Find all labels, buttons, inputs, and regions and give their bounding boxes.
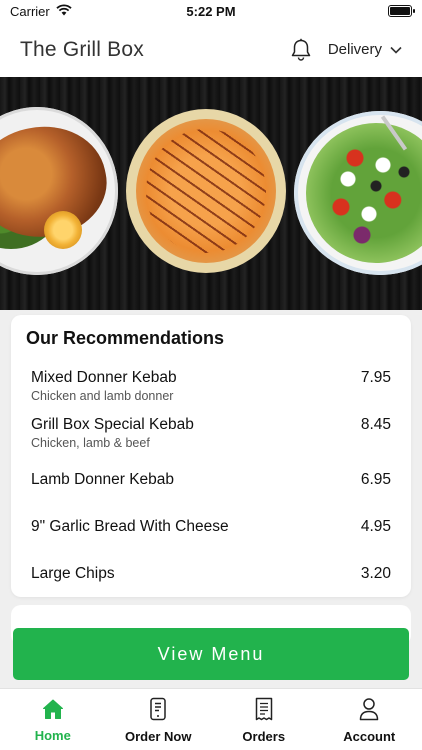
tab-label: Account	[343, 729, 396, 744]
item-price: 3.20	[360, 565, 391, 582]
item-name: 9" Garlic Bread With Cheese	[31, 518, 229, 535]
recommendation-item[interactable]: Mixed Donner Kebab Chicken and lamb donn…	[31, 365, 391, 412]
bottom-tab-bar: Home Order Now Orders Account	[0, 688, 422, 750]
chevron-down-icon	[390, 41, 402, 58]
hero-banner	[0, 77, 422, 310]
delivery-selector[interactable]: Delivery	[328, 41, 402, 58]
header-actions: Delivery	[290, 38, 402, 62]
bell-icon[interactable]	[290, 38, 312, 62]
home-icon	[41, 698, 65, 725]
item-name: Mixed Donner Kebab	[31, 369, 177, 386]
tab-home[interactable]: Home	[0, 689, 106, 750]
tab-label: Order Now	[125, 729, 192, 744]
item-description: Chicken and lamb donner	[31, 389, 174, 403]
recommendations-list: Mixed Donner Kebab Chicken and lamb donn…	[31, 365, 391, 600]
tab-label: Home	[34, 728, 71, 743]
item-price: 6.95	[360, 471, 391, 488]
recommendation-item[interactable]: Large Chips 3.20	[31, 553, 391, 600]
status-bar: Carrier 5:22 PM	[0, 0, 422, 22]
item-price: 7.95	[360, 369, 391, 386]
grilled-lemon-image	[44, 211, 82, 249]
item-price: 4.95	[360, 518, 391, 535]
view-menu-button[interactable]: View Menu	[13, 628, 409, 680]
user-icon	[358, 697, 380, 726]
roast-chicken-image	[0, 107, 118, 275]
delivery-label: Delivery	[327, 41, 382, 58]
tab-account[interactable]: Account	[317, 689, 422, 750]
battery-icon	[388, 5, 415, 17]
battery-fill	[390, 7, 410, 15]
greek-salad-image	[294, 111, 422, 275]
item-name: Lamb Donner Kebab	[31, 471, 175, 488]
recommendations-title: Our Recommendations	[26, 328, 225, 348]
wifi-icon	[56, 3, 72, 19]
pizza-image	[126, 109, 286, 273]
tab-label: Orders	[242, 729, 286, 744]
carrier-label: Carrier	[10, 3, 50, 19]
tab-orders[interactable]: Orders	[211, 689, 317, 750]
tab-order-now[interactable]: Order Now	[106, 689, 212, 750]
recommendation-item[interactable]: Lamb Donner Kebab 6.95	[31, 459, 391, 506]
pizza-drizzle	[146, 129, 266, 253]
item-description: Chicken, lamb & beef	[31, 436, 150, 450]
recommendations-card: Our Recommendations Mixed Donner Kebab C…	[11, 315, 411, 597]
app-title: The Grill Box	[20, 37, 144, 61]
item-name: Grill Box Special Kebab	[31, 416, 194, 433]
recommendation-item[interactable]: 9" Garlic Bread With Cheese 4.95	[31, 506, 391, 553]
app-header: The Grill Box Delivery	[0, 22, 422, 77]
receipt-icon	[254, 697, 274, 726]
item-price: 8.45	[360, 416, 391, 433]
recommendation-item[interactable]: Grill Box Special Kebab Chicken, lamb & …	[31, 412, 391, 459]
item-name: Large Chips	[31, 565, 115, 582]
status-left: Carrier	[10, 4, 72, 19]
phone-order-icon	[148, 697, 168, 726]
